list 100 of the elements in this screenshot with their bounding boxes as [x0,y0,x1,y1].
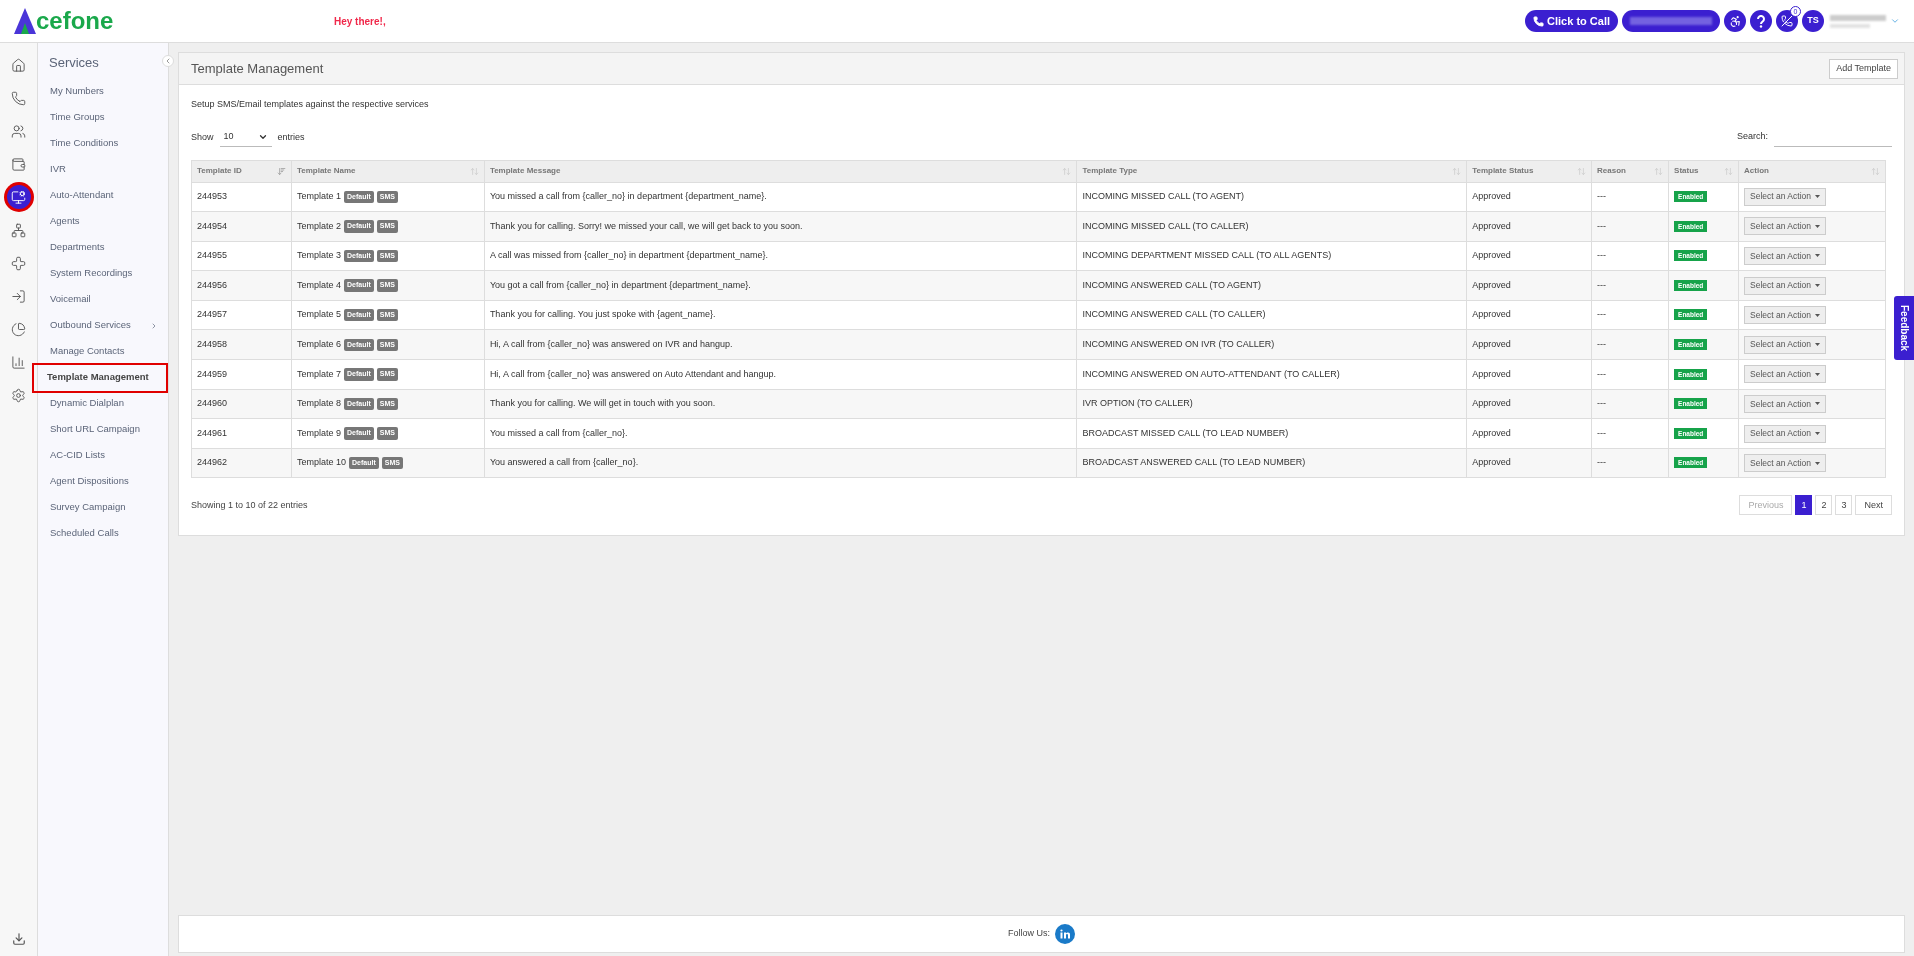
sidebar-item[interactable]: Dynamic Dialplan [41,390,168,417]
sort-icon [1452,166,1462,176]
table-cell: BROADCAST ANSWERED CALL (TO LEAD NUMBER) [1076,448,1467,478]
sidebar-item[interactable]: Short URL Campaign [41,416,168,443]
entries-select[interactable]: 10 [219,128,272,147]
column-header[interactable]: Template Message [484,160,1077,182]
phone-off-icon[interactable] [1776,10,1798,32]
column-header[interactable]: Template Type [1076,160,1467,182]
sidebar-item[interactable]: Voicemail [41,286,168,313]
sidebar-item[interactable]: Scheduled Calls [41,520,168,547]
phone-icon [1533,15,1545,27]
accessibility-icon[interactable] [1724,10,1746,32]
caret-down-icon [1815,432,1820,436]
table-cell: Approved [1466,241,1592,271]
phone-number-pill[interactable] [1622,10,1720,32]
monitor-gear-icon[interactable] [6,185,31,209]
logo-text: cefone [36,9,114,33]
action-select[interactable]: Select an Action [1744,306,1826,325]
sort-icon [1062,166,1072,176]
action-select[interactable]: Select an Action [1744,217,1826,236]
table-cell: INCOMING ANSWERED CALL (TO AGENT) [1076,270,1467,301]
template-name: Template 5 [296,308,341,322]
action-select[interactable]: Select an Action [1744,365,1826,384]
table-cell: Approved [1466,389,1592,419]
table-cell: INCOMING ANSWERED CALL (TO CALLER) [1076,300,1467,330]
table-cell: You missed a call from {caller_no} in department {department_name}. [484,182,1077,212]
sidebar-item[interactable]: Outbound Services [41,312,168,339]
table-cell: You answered a call from {caller_no}. [484,448,1077,478]
action-select[interactable]: Select an Action [1744,247,1826,265]
caret-down-icon [1815,313,1820,317]
table-cell: Thank you for calling. We will get in touch with you soon. [484,389,1077,419]
template-name: Template 8 [296,397,341,411]
click-to-call-button[interactable]: Click to Call [1525,10,1618,32]
user-name-blurred [1830,12,1886,30]
table-cell: Approved [1466,270,1592,301]
table-cell: --- [1591,270,1669,301]
table-cell: --- [1591,182,1669,212]
sidebar-item[interactable]: Manage Contacts [41,338,168,365]
chevron-down-icon [257,132,268,142]
sidebar-item[interactable]: IVR [41,156,168,183]
template-name: Template 9 [296,426,341,440]
entries-info: Showing 1 to 10 of 22 entries [191,498,308,512]
collapse-button[interactable] [162,55,174,67]
action-select[interactable]: Select an Action [1744,276,1826,295]
table-cell: INCOMING DEPARTMENT MISSED CALL (TO ALL AGENTS) [1076,241,1467,271]
sidebar-item[interactable]: Template Management [34,364,166,391]
action-select[interactable]: Select an Action [1744,454,1826,473]
table-cell: Approved [1466,418,1592,449]
table-cell: INCOMING MISSED CALL (TO AGENT) [1076,182,1467,212]
sidebar-item[interactable]: AC-CID Lists [41,442,168,469]
caret-down-icon [1815,195,1820,199]
page-button[interactable]: 1 [1795,495,1813,516]
next-button[interactable]: Next [1855,495,1892,516]
column-header[interactable]: Template ID [191,160,292,182]
sidebar-item[interactable]: Agents [41,208,168,235]
table-cell: --- [1591,418,1669,449]
sidebar-item[interactable]: Time Groups [41,104,168,131]
sidebar-item[interactable]: Time Conditions [41,130,168,157]
add-template-button[interactable]: Add Template [1829,58,1898,79]
table-cell: INCOMING ANSWERED ON IVR (TO CALLER) [1076,329,1467,360]
caret-down-icon [1815,461,1820,465]
table-cell: Approved [1466,448,1592,478]
table-cell: --- [1591,241,1669,271]
column-header[interactable]: Status [1668,160,1739,182]
page-button[interactable]: 3 [1835,495,1853,516]
column-header[interactable]: Template Name [291,160,485,182]
logo-icon [14,8,36,34]
column-header[interactable]: Reason [1591,160,1669,182]
table-cell: 244955 [191,241,292,271]
sidebar-item[interactable]: My Numbers [41,78,168,105]
column-header[interactable]: Template Status [1466,160,1592,182]
template-name: Template 4 [296,278,341,292]
sidebar-item[interactable]: Departments [41,234,168,261]
linkedin-icon[interactable] [1055,924,1075,944]
table-cell: 244956 [191,270,292,301]
download-icon[interactable] [11,932,26,946]
table-cell: 244958 [191,329,292,360]
feedback-tab[interactable]: Feedback [1894,296,1914,360]
table-cell: Hi, A call from {caller_no} was answered on IVR and hangup. [484,329,1077,360]
sidebar-item[interactable]: Survey Campaign [41,494,168,521]
search-label: Search: [1736,129,1768,143]
template-name: Template 7 [296,367,341,381]
help-icon[interactable] [1750,10,1772,32]
user-avatar[interactable]: TS [1802,10,1824,32]
sidebar-item[interactable]: Auto-Attendant [41,182,168,209]
column-header[interactable]: Action [1738,160,1886,182]
action-select[interactable]: Select an Action [1744,394,1826,413]
table-cell: You missed a call from {caller_no}. [484,418,1077,449]
table-cell: 244962 [191,448,292,478]
page-button[interactable]: 2 [1815,495,1833,516]
sidebar-item[interactable]: System Recordings [41,260,168,287]
entries-label: entries [277,130,305,144]
table-cell: --- [1591,329,1669,360]
table-cell: You got a call from {caller_no} in department {department_name}. [484,270,1077,301]
action-select[interactable]: Select an Action [1744,424,1826,443]
action-select[interactable]: Select an Action [1744,335,1826,354]
template-name: Template 2 [296,219,341,233]
action-select[interactable]: Select an Action [1744,187,1826,206]
sort-icon [1871,166,1880,176]
sidebar-item[interactable]: Agent Dispositions [41,468,168,495]
